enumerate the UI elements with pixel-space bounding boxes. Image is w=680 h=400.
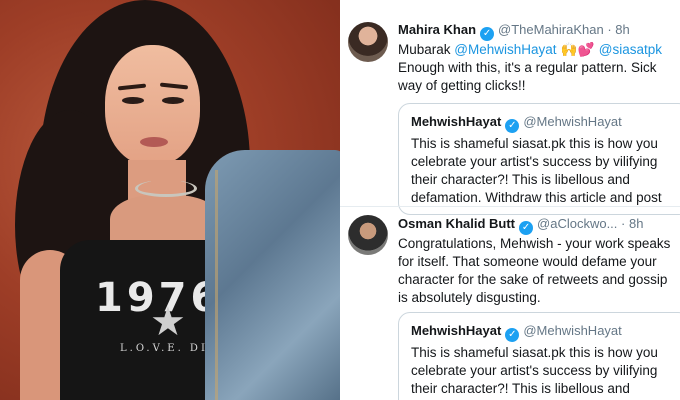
emoji: 🙌💕 <box>556 42 599 58</box>
star-icon: ★ <box>150 300 186 344</box>
quoted-author-handle: @MehwishHayat <box>523 114 622 129</box>
verified-icon: ✓ <box>505 119 520 133</box>
quoted-text: This is shameful siasat.pk this is how y… <box>411 136 662 205</box>
tweet-text: Mubarak @MehwishHayat 🙌💕 @siasatpk Enoug… <box>398 41 678 95</box>
author-handle[interactable]: @TheMahiraKhan <box>498 22 604 37</box>
shirt-subprint: L.O.V.E. DIV <box>120 343 219 354</box>
profile-photo: 1976 ★ L.O.V.E. DIV <box>0 0 340 400</box>
tweet-feed: Mahira Khan ✓ @TheMahiraKhan · 8h Mubarak … <box>340 0 680 400</box>
lips <box>140 137 168 147</box>
tweet-text-rest: Enough with this, it's a regular pattern… <box>398 60 657 93</box>
author-handle[interactable]: @aClockwo... <box>537 216 617 231</box>
tweet-header: Mahira Khan ✓ @TheMahiraKhan · 8h <box>398 22 630 41</box>
quoted-tweet[interactable]: MehwishHayat ✓ @MehwishHayat This is shame… <box>398 312 680 400</box>
face <box>105 45 200 165</box>
quoted-tweet[interactable]: MehwishHayat ✓ @MehwishHayat This is shame… <box>398 103 680 215</box>
quoted-author-handle: @MehwishHayat <box>523 323 622 338</box>
tweet-text-part: Mubarak <box>398 42 455 57</box>
author-name[interactable]: Osman Khalid Butt <box>398 216 515 231</box>
tweet-text: Congratulations, Mehwish - your work spe… <box>398 236 671 305</box>
verified-icon: ✓ <box>505 328 520 342</box>
quoted-text: This is shameful siasat.pk this is how y… <box>411 345 658 396</box>
quoted-header: MehwishHayat ✓ @MehwishHayat <box>411 114 622 133</box>
eye-right <box>162 97 184 104</box>
tweet-header: Osman Khalid Butt ✓ @aClockwo... · 8h <box>398 216 643 235</box>
choker <box>135 180 197 197</box>
quoted-author-name: MehwishHayat <box>411 114 502 129</box>
tweet-time[interactable]: · 8h <box>621 216 643 231</box>
verified-icon: ✓ <box>519 221 534 235</box>
mention-link[interactable]: @siasatpk <box>599 42 662 57</box>
avatar[interactable] <box>348 215 388 255</box>
verified-icon: ✓ <box>480 27 495 41</box>
tweet[interactable]: Osman Khalid Butt ✓ @aClockwo... · 8h Cong… <box>340 207 680 400</box>
tweet-time[interactable]: · 8h <box>607 22 629 37</box>
mention-link[interactable]: @MehwishHayat <box>454 42 556 57</box>
author-name[interactable]: Mahira Khan <box>398 22 476 37</box>
eye-left <box>122 97 144 104</box>
quoted-author-name: MehwishHayat <box>411 323 502 338</box>
quoted-header: MehwishHayat ✓ @MehwishHayat <box>411 323 622 342</box>
avatar[interactable] <box>348 22 388 62</box>
denim-jacket <box>205 150 340 400</box>
tweet[interactable]: Mahira Khan ✓ @TheMahiraKhan · 8h Mubarak … <box>340 0 680 215</box>
